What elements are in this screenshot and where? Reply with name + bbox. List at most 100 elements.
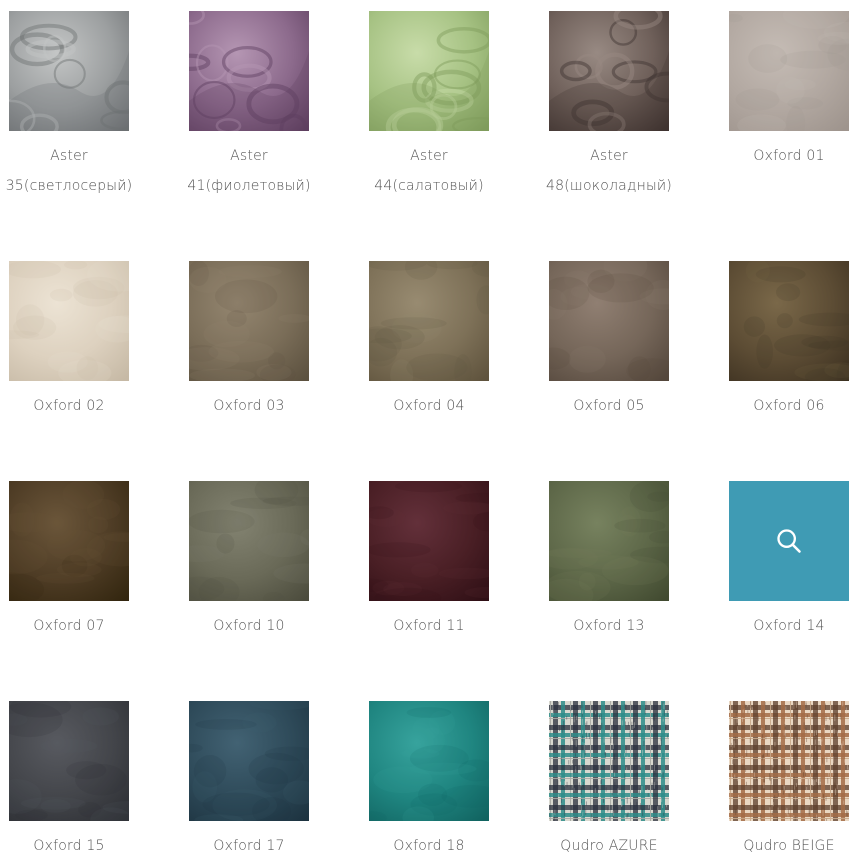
swatch-qudro-beige[interactable]: Qudro BEIGE [709, 701, 857, 861]
swatch-image[interactable] [369, 701, 489, 821]
swatch-label[interactable]: Oxford 13 [529, 611, 689, 641]
swatch-label[interactable]: Oxford 11 [349, 611, 509, 641]
swatch-label[interactable]: Aster44(салатовый) [349, 141, 509, 201]
swatch-label-line: Oxford 01 [709, 141, 857, 171]
swatch-label-line: Oxford 04 [349, 391, 509, 421]
swatch-aster-35[interactable]: Aster35(светлосерый) [0, 11, 149, 201]
swatch-image[interactable] [189, 261, 309, 381]
zoom-overlay[interactable] [729, 481, 849, 601]
swatch-oxford-15[interactable]: Oxford 15 [0, 701, 149, 861]
swatch-image[interactable] [729, 701, 849, 821]
swatch-image[interactable] [369, 481, 489, 601]
swatch-oxford-13[interactable]: Oxford 13 [529, 481, 689, 641]
swatch-label[interactable]: Oxford 03 [169, 391, 329, 421]
swatch-image[interactable] [369, 11, 489, 131]
swatch-label[interactable]: Aster35(светлосерый) [0, 141, 149, 201]
swatch-label-line: Oxford 02 [0, 391, 149, 421]
swatch-image[interactable] [729, 11, 849, 131]
swatch-label[interactable]: Qudro BEIGE [709, 831, 857, 861]
swatch-label-line: Aster [349, 141, 509, 171]
swatch-oxford-10[interactable]: Oxford 10 [169, 481, 329, 641]
swatch-image[interactable] [549, 701, 669, 821]
swatch-label-line: Oxford 15 [0, 831, 149, 861]
swatch-image[interactable] [9, 481, 129, 601]
swatch-label[interactable]: Oxford 01 [709, 141, 857, 171]
aster-35-texture [9, 11, 129, 131]
swatch-label[interactable]: Aster48(шоколадный) [529, 141, 689, 201]
swatch-image[interactable] [729, 261, 849, 381]
aster-41-texture [189, 11, 309, 131]
swatch-oxford-02[interactable]: Oxford 02 [0, 261, 149, 421]
swatch-oxford-01[interactable]: Oxford 01 [709, 11, 857, 171]
swatch-label-line: Oxford 10 [169, 611, 329, 641]
swatch-label[interactable]: Oxford 06 [709, 391, 857, 421]
swatch-oxford-14[interactable]: Oxford 14 [709, 481, 857, 641]
swatch-image[interactable] [549, 11, 669, 131]
swatch-oxford-05[interactable]: Oxford 05 [529, 261, 689, 421]
swatch-image[interactable] [189, 11, 309, 131]
oxford-13-texture [549, 481, 669, 601]
swatch-label-line: Oxford 11 [349, 611, 509, 641]
swatch-label[interactable]: Oxford 10 [169, 611, 329, 641]
aster-48-texture [549, 11, 669, 131]
swatch-qudro-azure[interactable]: Qudro AZURE [529, 701, 689, 861]
swatch-label-line: 44(салатовый) [349, 171, 509, 201]
swatch-label[interactable]: Oxford 18 [349, 831, 509, 861]
swatch-image[interactable] [549, 261, 669, 381]
swatch-label-line: 41(фиолетовый) [169, 171, 329, 201]
swatch-label[interactable]: Oxford 14 [709, 611, 857, 641]
swatch-oxford-17[interactable]: Oxford 17 [169, 701, 329, 861]
swatch-label[interactable]: Oxford 05 [529, 391, 689, 421]
swatch-label[interactable]: Oxford 15 [0, 831, 149, 861]
swatch-image[interactable] [9, 701, 129, 821]
swatch-label[interactable]: Oxford 07 [0, 611, 149, 641]
oxford-01-texture [729, 11, 849, 131]
swatch-label-line: Oxford 07 [0, 611, 149, 641]
swatch-label-line: Aster [529, 141, 689, 171]
swatch-oxford-06[interactable]: Oxford 06 [709, 261, 857, 421]
swatch-oxford-03[interactable]: Oxford 03 [169, 261, 329, 421]
swatch-oxford-18[interactable]: Oxford 18 [349, 701, 509, 861]
swatch-aster-41[interactable]: Aster41(фиолетовый) [169, 11, 329, 201]
oxford-06-texture [729, 261, 849, 381]
swatch-label[interactable]: Oxford 17 [169, 831, 329, 861]
oxford-10-texture [189, 481, 309, 601]
oxford-02-texture [9, 261, 129, 381]
swatch-aster-44[interactable]: Aster44(салатовый) [349, 11, 509, 201]
swatch-oxford-04[interactable]: Oxford 04 [349, 261, 509, 421]
swatch-image[interactable] [9, 261, 129, 381]
oxford-03-texture [189, 261, 309, 381]
oxford-11-texture [369, 481, 489, 601]
swatch-image[interactable] [189, 481, 309, 601]
swatch-label-line: Oxford 14 [709, 611, 857, 641]
swatch-image[interactable] [549, 481, 669, 601]
swatch-label[interactable]: Aster41(фиолетовый) [169, 141, 329, 201]
qudro-azure-texture [549, 701, 669, 821]
swatch-label[interactable]: Qudro AZURE [529, 831, 689, 861]
oxford-18-texture [369, 701, 489, 821]
swatch-label-line: Oxford 17 [169, 831, 329, 861]
swatch-image[interactable] [189, 701, 309, 821]
swatch-aster-48[interactable]: Aster48(шоколадный) [529, 11, 689, 201]
swatch-label-line: 48(шоколадный) [529, 171, 689, 201]
swatch-label-line: Oxford 18 [349, 831, 509, 861]
swatch-oxford-11[interactable]: Oxford 11 [349, 481, 509, 641]
oxford-07-texture [9, 481, 129, 601]
swatch-label[interactable]: Oxford 02 [0, 391, 149, 421]
fabric-swatch-grid: Aster35(светлосерый)Aster41(фиолетовый)A… [0, 0, 857, 859]
swatch-label-line: Qudro BEIGE [709, 831, 857, 861]
swatch-image[interactable] [9, 11, 129, 131]
swatch-label-line: Aster [169, 141, 329, 171]
oxford-15-texture [9, 701, 129, 821]
swatch-label-line: Oxford 06 [709, 391, 857, 421]
swatch-image[interactable] [369, 261, 489, 381]
swatch-label-line: Qudro AZURE [529, 831, 689, 861]
aster-44-texture [369, 11, 489, 131]
swatch-label-line: Oxford 03 [169, 391, 329, 421]
search-icon [775, 527, 803, 555]
swatch-label[interactable]: Oxford 04 [349, 391, 509, 421]
swatch-image[interactable] [729, 481, 849, 601]
swatch-oxford-07[interactable]: Oxford 07 [0, 481, 149, 641]
oxford-04-texture [369, 261, 489, 381]
swatch-label-line: 35(светлосерый) [0, 171, 149, 201]
